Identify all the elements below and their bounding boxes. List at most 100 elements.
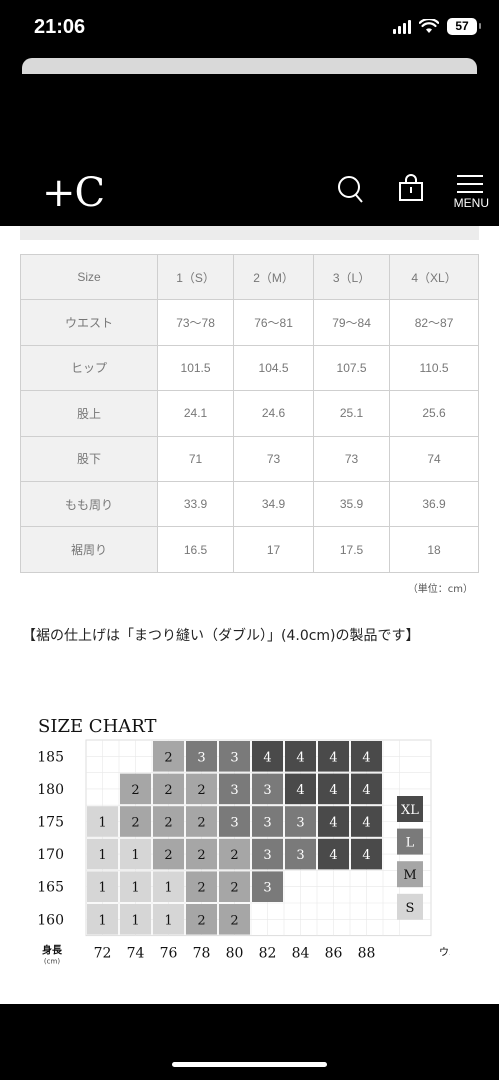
cell-size-label: 3 [263, 783, 271, 798]
legend-label: M [403, 868, 416, 883]
y-tick-label: 165 [37, 880, 64, 896]
battery-icon: 57 [447, 18, 481, 35]
menu-label[interactable]: MENU [454, 196, 489, 210]
measurement-value: 34.9 [233, 480, 314, 528]
measurement-value: 17 [233, 526, 314, 573]
cell-size-label: 1 [98, 848, 106, 863]
y-axis-unit: (cm) [44, 958, 60, 966]
size-column-header: 1（S） [156, 253, 235, 301]
status-time: 21:06 [34, 16, 86, 38]
status-icons: 57 [393, 18, 481, 35]
status-bar: 21:06 57 [0, 0, 499, 58]
table-row: 裾周り 16.5 17 17.5 18 [20, 526, 479, 573]
measurement-value: 36.9 [389, 480, 479, 528]
cell-size-label: 2 [131, 816, 139, 831]
size-header-cell: Size [20, 253, 158, 301]
cell-size-label: 2 [164, 816, 172, 831]
cell-size-label: 2 [197, 881, 205, 896]
table-row: 股上 24.1 24.6 25.1 25.6 [20, 390, 479, 437]
legend-label: S [406, 901, 415, 916]
cell-size-label: 4 [329, 783, 337, 798]
size-column-header: 2（M） [233, 253, 314, 301]
product-size-content: Size 1（S） 2（M） 3（L） 4（XL） ウエスト 73〜78 76〜81 79〜84… [0, 226, 499, 1004]
measurement-label: 股下 [20, 435, 158, 482]
cell-size-label: 3 [263, 881, 271, 896]
legend-label: L [406, 836, 415, 851]
site-header: +C MENU [0, 150, 499, 226]
cell-size-label: 1 [131, 881, 139, 896]
y-tick-label: 175 [37, 815, 64, 831]
measurement-value: 82〜87 [389, 299, 479, 346]
x-tick-label: 74 [127, 946, 145, 962]
cell-size-label: 3 [230, 816, 238, 831]
measurement-value: 107.5 [312, 344, 391, 392]
shopping-bag-icon[interactable] [398, 174, 424, 202]
cell-size-label: 2 [164, 750, 172, 765]
cell-size-label: 4 [362, 750, 370, 765]
measurement-value: 104.5 [233, 344, 314, 392]
x-tick-label: 86 [325, 946, 343, 962]
measurement-label: もも周り [20, 480, 158, 528]
cell-size-label: 2 [197, 848, 205, 863]
measurement-value: 33.9 [156, 480, 235, 528]
cell-size-label: 4 [329, 816, 337, 831]
x-tick-label: 80 [226, 946, 244, 962]
cell-size-label: 2 [230, 913, 238, 928]
measurement-label: 股上 [20, 390, 158, 437]
cell-size-label: 1 [98, 913, 106, 928]
cell-size-label: 2 [197, 783, 205, 798]
measurement-label: 裾周り [20, 526, 158, 573]
x-tick-label: 76 [160, 946, 178, 962]
cell-size-label: 4 [329, 848, 337, 863]
size-table: Size 1（S） 2（M） 3（L） 4（XL） ウエスト 73〜78 76〜81 79〜84… [20, 253, 479, 573]
cell-size-label: 4 [362, 848, 370, 863]
x-tick-label: 82 [259, 946, 277, 962]
cell-size-label: 2 [230, 881, 238, 896]
cell-size-label: 3 [197, 750, 205, 765]
cell-size-label: 3 [296, 848, 304, 863]
x-tick-label: 78 [193, 946, 211, 962]
chart-title: SIZE CHART [38, 716, 157, 737]
cell-size-label: 4 [296, 750, 304, 765]
measurement-value: 16.5 [156, 526, 235, 573]
legend-label: XL [401, 803, 419, 818]
cell-size-label: 4 [296, 783, 304, 798]
browser-sheet-edge [22, 58, 477, 74]
y-tick-label: 170 [37, 847, 64, 863]
cell-size-label: 4 [362, 783, 370, 798]
x-axis-label: ウエスト [439, 947, 450, 959]
measurement-value: 79〜84 [312, 299, 391, 346]
site-logo[interactable]: +C [42, 170, 105, 216]
y-tick-label: 185 [37, 749, 64, 765]
cell-size-label: 1 [131, 848, 139, 863]
cell-size-label: 2 [131, 783, 139, 798]
size-table-header: Size 1（S） 2（M） 3（L） 4（XL） [20, 253, 479, 301]
measurement-value: 110.5 [389, 344, 479, 392]
x-tick-label: 72 [94, 946, 112, 962]
y-tick-label: 180 [37, 782, 64, 798]
search-icon[interactable] [336, 174, 364, 204]
measurement-value: 24.6 [233, 390, 314, 437]
cell-size-label: 3 [296, 816, 304, 831]
size-chart: SIZE CHART 2 3 3 4 4 4 4 2 2 2 3 3 4 4 4 1 2 2 2 3 3 3 4 4 1 1 2 2 2 3… [37, 716, 450, 966]
measurement-value: 71 [156, 435, 235, 482]
cellular-signal-icon [393, 19, 411, 34]
measurement-value: 74 [389, 435, 479, 482]
cell-size-label: 3 [230, 783, 238, 798]
cell-size-label: 1 [164, 913, 172, 928]
y-axis-label: 身長 [42, 944, 63, 957]
unit-note: （単位：cm） [407, 584, 473, 595]
bottom-bar [0, 1004, 499, 1080]
wifi-icon [419, 19, 439, 33]
measurement-value: 18 [389, 526, 479, 573]
cell-size-label: 2 [197, 913, 205, 928]
size-column-header: 4（XL） [389, 253, 479, 301]
hamburger-menu-icon[interactable] [456, 174, 484, 196]
table-row: 股下 71 73 73 74 [20, 435, 479, 482]
home-indicator[interactable] [172, 1062, 327, 1067]
measurement-label: ヒップ [20, 344, 158, 392]
measurement-value: 73〜78 [156, 299, 235, 346]
cell-size-label: 4 [362, 816, 370, 831]
cell-size-label: 2 [197, 816, 205, 831]
cell-size-label: 2 [230, 848, 238, 863]
